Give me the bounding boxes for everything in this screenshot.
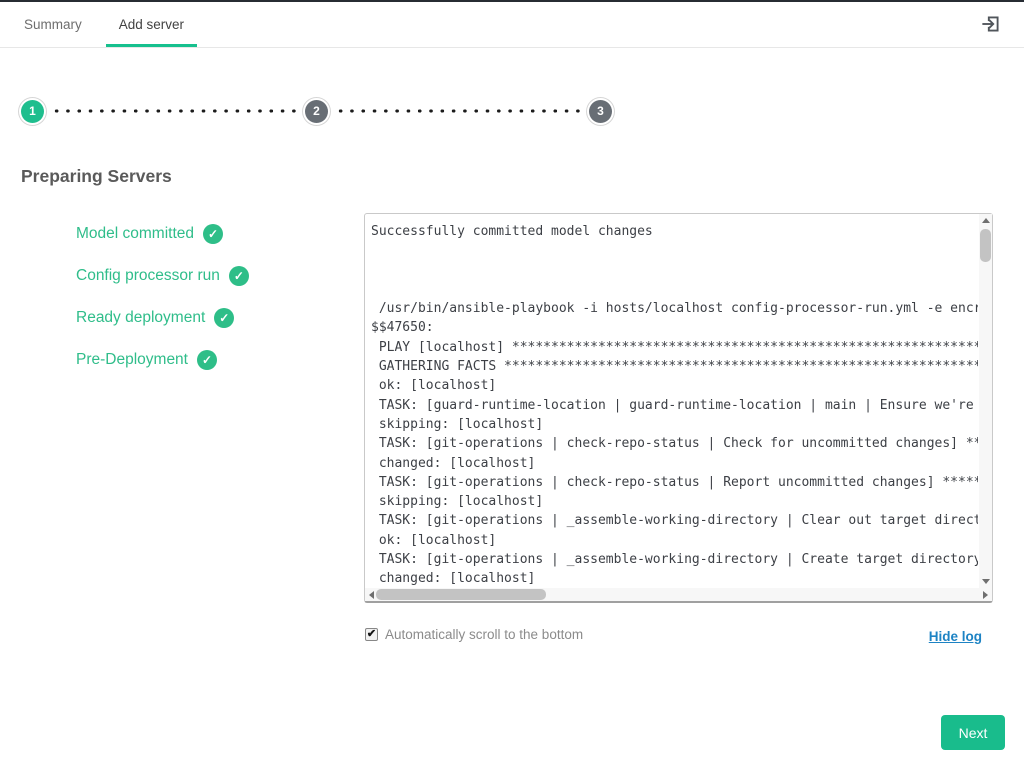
check-circle-icon: ✓	[214, 308, 234, 328]
page-title: Preparing Servers	[21, 166, 172, 187]
log-viewer[interactable]: Successfully committed model changes /us…	[364, 213, 993, 603]
checklist-item-model-committed: Model committed ✓	[76, 224, 249, 244]
tab-summary[interactable]: Summary	[24, 2, 82, 47]
step-2: 2	[305, 100, 328, 123]
check-circle-icon: ✓	[229, 266, 249, 286]
checklist-label: Model committed	[76, 225, 194, 243]
step-3: 3	[589, 100, 612, 123]
top-nav: Summary Add server	[0, 2, 1024, 48]
exit-to-app-icon[interactable]	[980, 13, 1002, 35]
status-checklist: Model committed ✓ Config processor run ✓…	[76, 224, 249, 392]
checklist-item-ready-deployment: Ready deployment ✓	[76, 308, 249, 328]
autoscroll-label[interactable]: Automatically scroll to the bottom	[385, 627, 583, 642]
scroll-down-arrow-icon[interactable]	[979, 575, 992, 588]
scroll-up-arrow-icon[interactable]	[979, 214, 992, 227]
step-1: 1	[21, 100, 44, 123]
horizontal-scrollbar-thumb[interactable]	[376, 589, 546, 600]
autoscroll-checkbox[interactable]: ✔	[365, 628, 378, 641]
progress-stepper: 1 2 3	[21, 97, 612, 125]
hide-log-link[interactable]: Hide log	[929, 629, 982, 644]
scroll-right-arrow-icon[interactable]	[979, 588, 992, 601]
tab-add-server[interactable]: Add server	[106, 2, 197, 47]
vertical-scrollbar[interactable]	[979, 214, 992, 588]
step-connector	[335, 109, 582, 113]
checklist-item-pre-deployment: Pre-Deployment ✓	[76, 350, 249, 370]
checklist-item-config-processor: Config processor run ✓	[76, 266, 249, 286]
next-button[interactable]: Next	[941, 715, 1005, 750]
autoscroll-control: ✔ Automatically scroll to the bottom	[365, 627, 583, 642]
horizontal-scrollbar[interactable]	[365, 588, 992, 601]
checklist-label: Ready deployment	[76, 309, 205, 327]
log-text: Successfully committed model changes /us…	[365, 214, 978, 587]
check-circle-icon: ✓	[197, 350, 217, 370]
checklist-label: Pre-Deployment	[76, 351, 188, 369]
check-circle-icon: ✓	[203, 224, 223, 244]
checklist-label: Config processor run	[76, 267, 220, 285]
vertical-scrollbar-thumb[interactable]	[980, 229, 991, 262]
step-connector	[51, 109, 298, 113]
